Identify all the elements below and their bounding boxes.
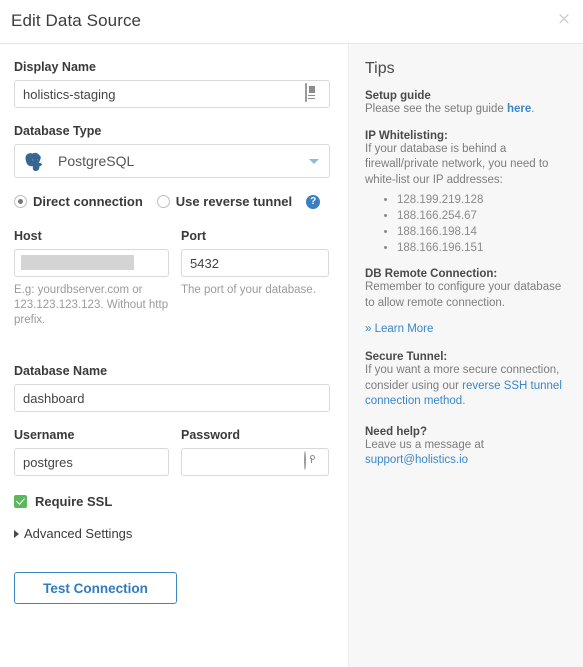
database-name-input[interactable]	[14, 384, 330, 412]
username-group: Username	[14, 428, 169, 476]
host-input-wrap	[14, 249, 169, 277]
advanced-settings-toggle[interactable]: Advanced Settings	[14, 526, 330, 541]
need-help-text: Leave us a message at support@holistics.…	[365, 438, 569, 469]
page-title: Edit Data Source	[11, 11, 142, 30]
list-item: 188.166.254.67	[397, 208, 569, 224]
radio-direct-indicator	[14, 195, 27, 208]
password-input-wrap	[181, 448, 329, 476]
password-label: Password	[181, 428, 241, 442]
setup-guide-text-before: Please see the setup guide	[365, 103, 507, 115]
need-help-heading: Need help?	[365, 425, 427, 438]
radio-direct-connection[interactable]: Direct connection	[14, 194, 143, 209]
radio-direct-label: Direct connection	[33, 194, 143, 209]
advanced-settings-label: Advanced Settings	[24, 526, 133, 541]
host-port-row: Host E.g: yourdbserver.com or 123.123.12…	[14, 229, 330, 328]
support-email-link[interactable]: support@holistics.io	[365, 454, 468, 466]
test-connection-button[interactable]: Test Connection	[14, 572, 177, 604]
database-type-group: Database Type PostgreSQL	[14, 124, 330, 178]
db-remote-text: Remember to configure your database to a…	[365, 281, 562, 309]
lastpass-key-icon[interactable]	[304, 451, 324, 472]
ip-whitelisting-heading: IP Whitelisting:	[365, 129, 448, 142]
form-pane: Display Name Database Type	[0, 44, 348, 667]
edit-data-source-modal: Edit Data Source × Display Name Database…	[0, 0, 583, 667]
display-name-input-wrap	[14, 80, 330, 108]
require-ssl-label: Require SSL	[35, 494, 113, 509]
secure-tunnel-text-after: .	[462, 395, 466, 407]
setup-guide-text: Please see the setup guide here.	[365, 102, 569, 118]
list-item: 188.166.198.14	[397, 224, 569, 240]
display-name-input[interactable]	[14, 80, 330, 108]
checkbox-icon	[14, 495, 27, 508]
tips-pane: Tips Setup guide Please see the setup gu…	[348, 44, 583, 667]
credentials-row: Username Password	[14, 428, 330, 476]
ip-address-list: 128.199.219.128 188.166.254.67 188.166.1…	[365, 192, 569, 256]
port-label: Port	[181, 229, 206, 243]
postgresql-elephant-icon	[23, 149, 47, 173]
setup-guide-heading: Setup guide	[365, 90, 431, 102]
host-label: Host	[14, 229, 42, 243]
close-icon[interactable]: ×	[554, 9, 574, 29]
database-name-label: Database Name	[14, 364, 108, 378]
help-icon[interactable]: ?	[306, 194, 321, 209]
lastpass-card-icon[interactable]	[305, 83, 325, 104]
display-name-label: Display Name	[14, 60, 96, 74]
list-item: 188.166.196.151	[397, 240, 569, 256]
need-help-text-before: Leave us a message at	[365, 438, 484, 451]
setup-guide-text-after: .	[531, 103, 535, 115]
port-group: Port The port of your database.	[181, 229, 329, 328]
radio-reverse-label: Use reverse tunnel	[175, 194, 293, 209]
port-input[interactable]	[181, 249, 329, 277]
database-type-value: PostgreSQL	[58, 153, 135, 169]
learn-more-link[interactable]: » Learn More	[365, 323, 569, 335]
modal-body: Display Name Database Type	[0, 44, 583, 667]
username-label: Username	[14, 428, 75, 442]
chevron-right-icon	[14, 529, 19, 538]
host-hint: E.g: yourdbserver.com or 123.123.123.123…	[14, 284, 169, 326]
radio-reverse-indicator	[156, 195, 170, 208]
modal-header: Edit Data Source ×	[0, 0, 583, 44]
tips-title: Tips	[365, 60, 395, 77]
host-group: Host E.g: yourdbserver.com or 123.123.12…	[14, 229, 169, 328]
list-item: 128.199.219.128	[397, 192, 569, 208]
port-hint: The port of your database.	[181, 284, 316, 296]
database-name-group: Database Name	[14, 364, 330, 412]
radio-reverse-tunnel[interactable]: Use reverse tunnel	[156, 194, 293, 209]
username-input[interactable]	[14, 448, 169, 476]
database-type-label: Database Type	[14, 124, 102, 138]
password-group: Password	[181, 428, 329, 476]
host-redaction-overlay	[21, 255, 134, 270]
connection-mode-row: Direct connection Use reverse tunnel ?	[14, 194, 330, 209]
secure-tunnel-text: If you want a more secure connection, co…	[365, 363, 569, 410]
secure-tunnel-heading: Secure Tunnel:	[365, 351, 448, 363]
chevron-down-icon[interactable]	[309, 159, 319, 164]
require-ssl-checkbox[interactable]: Require SSL	[14, 494, 330, 509]
db-remote-heading: DB Remote Connection:	[365, 268, 498, 280]
display-name-group: Display Name	[14, 60, 330, 108]
database-type-select[interactable]: PostgreSQL	[14, 144, 330, 178]
ip-whitelisting-text: If your database is behind a firewall/pr…	[365, 142, 549, 186]
setup-guide-link[interactable]: here	[507, 103, 531, 115]
